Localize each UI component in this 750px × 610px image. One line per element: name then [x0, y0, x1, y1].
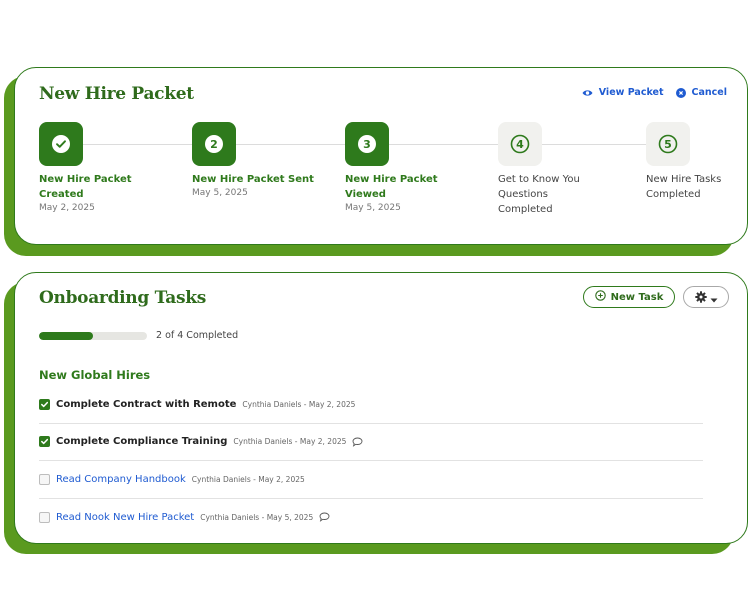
- packet-progress-steps: New Hire Packet Created May 2, 2025 2 Ne…: [39, 122, 729, 232]
- task-title[interactable]: Read Company Handbook: [56, 474, 186, 485]
- tasks-progress-fill: [39, 332, 93, 340]
- task-row: Read Nook New Hire Packet Cynthia Daniels…: [39, 499, 703, 537]
- task-title: Complete Compliance Training: [56, 436, 228, 448]
- eye-icon: [582, 89, 593, 97]
- checkmark-icon: [41, 401, 49, 407]
- tasks-title: Onboarding Tasks: [39, 288, 207, 308]
- cancel-label: Cancel: [691, 87, 727, 98]
- plus-circle-icon: [594, 290, 606, 304]
- task-row: Complete Contract with Remote Cynthia Dan…: [39, 386, 703, 424]
- step-badge: 3: [345, 122, 389, 166]
- task-meta: Cynthia Daniels - May 2, 2025: [233, 437, 347, 447]
- task-checkbox[interactable]: [39, 436, 50, 448]
- task-row: Read Company Handbook Cynthia Daniels - M…: [39, 461, 703, 499]
- number-circle-icon: 5: [658, 134, 678, 154]
- view-packet-link[interactable]: View Packet: [582, 87, 664, 98]
- step-badge: 2: [192, 122, 236, 166]
- svg-text:4: 4: [516, 138, 524, 151]
- settings-menu-button[interactable]: [683, 286, 729, 308]
- comment-icon[interactable]: [352, 437, 363, 447]
- step-name: New Hire Tasks Completed: [646, 174, 722, 200]
- section-title: New Global Hires: [39, 368, 151, 382]
- number-circle-icon: 2: [205, 135, 223, 153]
- svg-text:3: 3: [363, 138, 371, 151]
- cancel-circle-icon: [675, 87, 686, 98]
- task-meta: Cynthia Daniels - May 5, 2025: [200, 512, 314, 522]
- step-sent: 2 New Hire Packet Sent May 5, 2025: [192, 122, 322, 198]
- step-date: May 2, 2025: [39, 203, 95, 213]
- new-task-label: New Task: [610, 291, 664, 303]
- new-task-button[interactable]: New Task: [583, 286, 675, 308]
- step-badge: [39, 122, 83, 166]
- task-meta: Cynthia Daniels - May 2, 2025: [191, 474, 305, 484]
- step-date: May 5, 2025: [192, 188, 248, 198]
- checkmark-icon: [41, 439, 49, 445]
- gear-icon: [694, 288, 707, 307]
- step-name: Get to Know You Questions Completed: [498, 174, 580, 215]
- number-circle-icon: 4: [510, 134, 530, 154]
- task-checkbox[interactable]: [39, 398, 50, 410]
- number-circle-icon: 3: [358, 135, 376, 153]
- step-name: New Hire Packet Viewed: [345, 174, 438, 200]
- packet-header-actions: View Packet Cancel: [582, 87, 727, 98]
- task-title: Complete Contract with Remote: [56, 398, 237, 410]
- task-checkbox[interactable]: [39, 511, 50, 523]
- caret-down-icon: [710, 288, 718, 307]
- step-name: New Hire Packet Created: [39, 174, 132, 200]
- view-packet-label: View Packet: [598, 87, 664, 98]
- task-meta: Cynthia Daniels - May 2, 2025: [242, 399, 356, 409]
- step-questions: 4 Get to Know You Questions Completed: [498, 122, 598, 217]
- packet-title: New Hire Packet: [39, 84, 194, 104]
- step-tasks-completed: 5 New Hire Tasks Completed: [646, 122, 736, 202]
- tasks-progress-text: 2 of 4 Completed: [156, 330, 239, 341]
- svg-text:2: 2: [210, 138, 218, 151]
- step-badge: 4: [498, 122, 542, 166]
- comment-icon[interactable]: [319, 512, 330, 523]
- cancel-link[interactable]: Cancel: [675, 87, 727, 98]
- step-name: New Hire Packet Sent: [192, 174, 314, 185]
- step-badge: 5: [646, 122, 690, 166]
- tasks-progress-bar: [39, 332, 147, 340]
- step-created: New Hire Packet Created May 2, 2025: [39, 122, 169, 213]
- task-checkbox[interactable]: [39, 473, 50, 485]
- onboarding-tasks-card: Onboarding Tasks New Task 2 of 4 Complet…: [14, 272, 748, 544]
- new-hire-packet-card: New Hire Packet View Packet Cancel New H…: [14, 67, 748, 245]
- task-list: Complete Contract with Remote Cynthia Dan…: [39, 386, 703, 536]
- check-circle-icon: [52, 135, 70, 153]
- step-viewed: 3 New Hire Packet Viewed May 5, 2025: [345, 122, 475, 213]
- svg-text:5: 5: [664, 138, 672, 151]
- task-title[interactable]: Read Nook New Hire Packet: [56, 512, 194, 523]
- step-date: May 5, 2025: [345, 203, 401, 213]
- task-row: Complete Compliance Training Cynthia Dani…: [39, 424, 703, 461]
